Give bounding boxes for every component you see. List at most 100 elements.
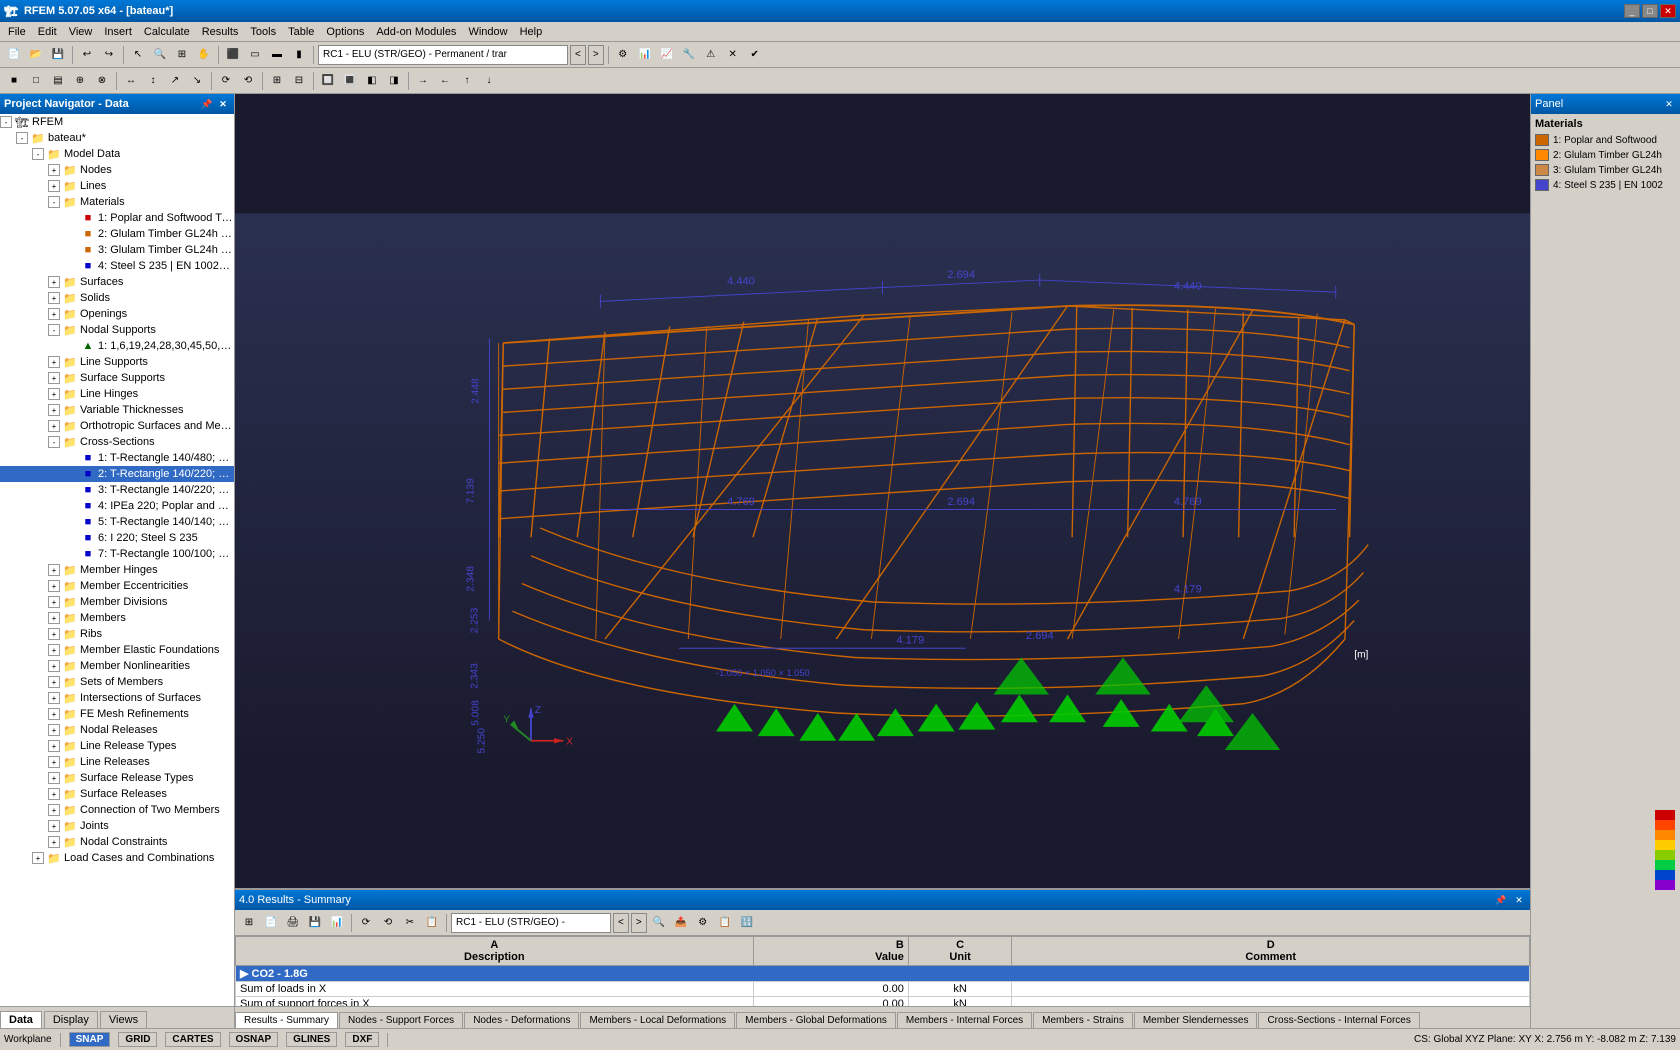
tb2-3[interactable]: ▤: [48, 71, 68, 91]
rt-filter[interactable]: 🔍: [649, 913, 669, 933]
table-row[interactable]: ▶ CO2 - 1.8G: [236, 966, 1530, 982]
rt-1[interactable]: ⊞: [239, 913, 259, 933]
tree-item-openings[interactable]: +📁Openings: [0, 306, 234, 322]
tb-new[interactable]: 📄: [4, 45, 24, 65]
panel-tab-views[interactable]: Views: [100, 1011, 147, 1028]
rt-8[interactable]: ✂: [400, 913, 420, 933]
tab-nodes-support[interactable]: Nodes - Support Forces: [339, 1012, 463, 1028]
tree-item-joints[interactable]: +📁Joints: [0, 818, 234, 834]
tree-expander[interactable]: +: [48, 404, 60, 416]
tree-expander[interactable]: +: [48, 836, 60, 848]
3d-view[interactable]: 4.440 2.694 4.440 4.769 2.694 4.769 4.17…: [235, 94, 1530, 888]
results-combo[interactable]: [451, 913, 611, 933]
tree-expander[interactable]: +: [48, 372, 60, 384]
results-nav-next[interactable]: >: [631, 913, 647, 933]
rt-4[interactable]: 💾: [305, 913, 325, 933]
menu-view[interactable]: View: [63, 24, 99, 40]
tb2-19[interactable]: ←: [435, 71, 455, 91]
tree-item-load-cases[interactable]: +📁Load Cases and Combinations: [0, 850, 234, 866]
tree-item-mat2[interactable]: ■2: Glulam Timber GL24h | EN 1: [0, 226, 234, 242]
tb-viewxz[interactable]: ▬: [267, 45, 287, 65]
nav-next-btn[interactable]: >: [588, 45, 604, 65]
tree-expander[interactable]: +: [48, 788, 60, 800]
menu-file[interactable]: File: [2, 24, 32, 40]
tab-member-slender[interactable]: Member Slendernesses: [1134, 1012, 1258, 1028]
tree-expander[interactable]: +: [48, 804, 60, 816]
tb2-7[interactable]: ↕: [143, 71, 163, 91]
tree-item-materials[interactable]: -📁Materials: [0, 194, 234, 210]
tree-item-connection-two[interactable]: +📁Connection of Two Members: [0, 802, 234, 818]
tb-select[interactable]: ↖: [128, 45, 148, 65]
rt-2[interactable]: 📄: [261, 913, 281, 933]
tree-item-line-hinges[interactable]: +📁Line Hinges: [0, 386, 234, 402]
cartes-button[interactable]: CARTES: [165, 1032, 220, 1047]
tb-redo[interactable]: ↪: [99, 45, 119, 65]
tree-expander[interactable]: -: [48, 436, 60, 448]
rt-export[interactable]: 📤: [671, 913, 691, 933]
tb2-17[interactable]: ◨: [384, 71, 404, 91]
tree-expander[interactable]: -: [0, 116, 12, 128]
tree-expander[interactable]: -: [32, 148, 44, 160]
tree-item-surface-release-types[interactable]: +📁Surface Release Types: [0, 770, 234, 786]
tree-expander[interactable]: +: [48, 388, 60, 400]
rt-3[interactable]: 🖨: [283, 913, 303, 933]
tb2-4[interactable]: ⊕: [70, 71, 90, 91]
tb-r1[interactable]: ⚙: [613, 45, 633, 65]
grid-button[interactable]: GRID: [118, 1032, 157, 1047]
tree-item-cs7[interactable]: ■7: T-Rectangle 100/100; Poplar: [0, 546, 234, 562]
rt-7[interactable]: ⟲: [378, 913, 398, 933]
tree-item-mat3[interactable]: ■3: Glulam Timber GL24h | EN 1: [0, 242, 234, 258]
tb2-13[interactable]: ⊟: [289, 71, 309, 91]
tree-item-cs3[interactable]: ■3: T-Rectangle 140/220; Glula: [0, 482, 234, 498]
tree-item-cs5[interactable]: ■5: T-Rectangle 140/140; Glula: [0, 514, 234, 530]
tb-r4[interactable]: 🔧: [679, 45, 699, 65]
results-pin-btn[interactable]: 📌: [1494, 893, 1508, 907]
tree-item-intersections[interactable]: +📁Intersections of Surfaces: [0, 690, 234, 706]
tb2-11[interactable]: ⟲: [238, 71, 258, 91]
tab-members-local[interactable]: Members - Local Deformations: [580, 1012, 735, 1028]
tree-expander[interactable]: +: [48, 164, 60, 176]
dxf-button[interactable]: DXF: [345, 1032, 379, 1047]
tb2-12[interactable]: ⊞: [267, 71, 287, 91]
result-combo[interactable]: [318, 45, 568, 65]
tree-expander[interactable]: +: [48, 724, 60, 736]
tb2-2[interactable]: □: [26, 71, 46, 91]
tree-expander[interactable]: +: [48, 308, 60, 320]
tree-item-surfaces[interactable]: +📁Surfaces: [0, 274, 234, 290]
rt-table[interactable]: 📋: [715, 913, 735, 933]
tree-expander[interactable]: +: [48, 580, 60, 592]
tree-expander[interactable]: +: [48, 708, 60, 720]
tree-item-fe-mesh[interactable]: +📁FE Mesh Refinements: [0, 706, 234, 722]
tree-item-rfem[interactable]: -🏗RFEM: [0, 114, 234, 130]
tree-item-nodal-releases[interactable]: +📁Nodal Releases: [0, 722, 234, 738]
tb2-8[interactable]: ↗: [165, 71, 185, 91]
menu-help[interactable]: Help: [514, 24, 549, 40]
tree-expander[interactable]: +: [48, 644, 60, 656]
tree-expander[interactable]: +: [48, 356, 60, 368]
tree-item-mat4[interactable]: ■4: Steel S 235 | EN 10025-2:2004: [0, 258, 234, 274]
menu-window[interactable]: Window: [462, 24, 513, 40]
tree-item-lines[interactable]: +📁Lines: [0, 178, 234, 194]
snap-button[interactable]: SNAP: [69, 1032, 111, 1047]
results-close-btn[interactable]: ✕: [1512, 893, 1526, 907]
tree-expander[interactable]: +: [48, 564, 60, 576]
table-row[interactable]: Sum of loads in X 0.00 kN: [236, 982, 1530, 997]
tree-expander[interactable]: +: [32, 852, 44, 864]
rt-options[interactable]: ⚙: [693, 913, 713, 933]
menu-edit[interactable]: Edit: [32, 24, 63, 40]
rt-9[interactable]: 📋: [422, 913, 442, 933]
tb-viewyz[interactable]: ▮: [289, 45, 309, 65]
close-button[interactable]: ✕: [1660, 4, 1676, 18]
tree-item-ribs[interactable]: +📁Ribs: [0, 626, 234, 642]
tree-item-sets-of-members[interactable]: +📁Sets of Members: [0, 674, 234, 690]
tree-item-line-releases[interactable]: +📁Line Releases: [0, 754, 234, 770]
tree-item-solids[interactable]: +📁Solids: [0, 290, 234, 306]
tree-item-ns1[interactable]: ▲1: 1,6,19,24,28,30,45,50,67,68,72: [0, 338, 234, 354]
tree-expander[interactable]: +: [48, 660, 60, 672]
minimize-button[interactable]: _: [1624, 4, 1640, 18]
tree-expander[interactable]: +: [48, 292, 60, 304]
tree-item-variable-thick[interactable]: +📁Variable Thicknesses: [0, 402, 234, 418]
tb-open[interactable]: 📂: [26, 45, 46, 65]
tb-r3[interactable]: 📈: [657, 45, 677, 65]
tb-viewxy[interactable]: ▭: [245, 45, 265, 65]
